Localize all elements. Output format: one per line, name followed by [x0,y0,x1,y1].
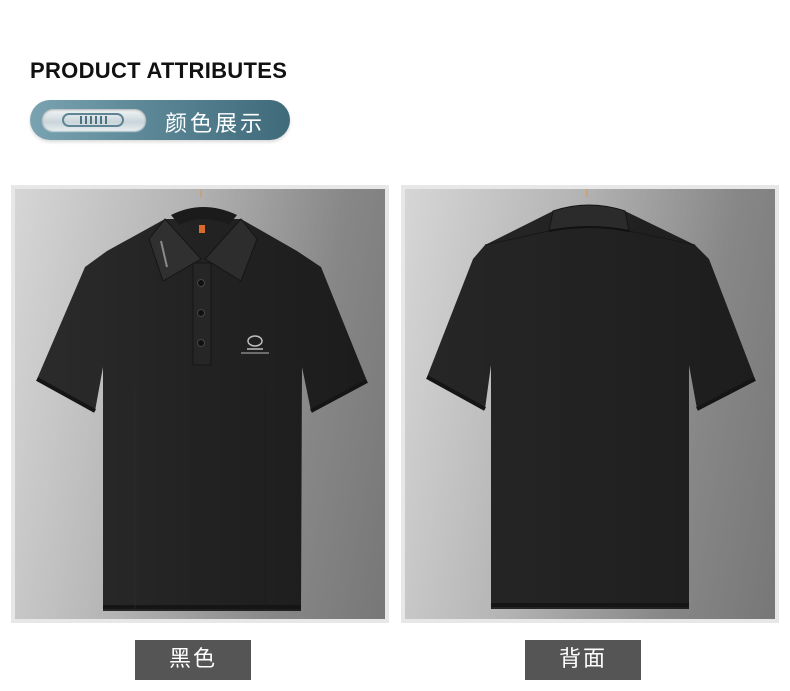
section-heading: PRODUCT ATTRIBUTES [30,58,288,83]
caption-back: 背面 [525,640,641,680]
polo-shirt-front-icon [36,189,368,611]
product-image-back [401,185,779,623]
color-display-banner: 颜色展示 [30,100,290,140]
toggle-knob-icon [42,109,146,131]
color-display-label: 颜色展示 [164,112,265,137]
product-image-front [11,185,389,623]
polo-shirt-back-icon [426,189,756,609]
caption-black: 黑色 [135,640,251,680]
